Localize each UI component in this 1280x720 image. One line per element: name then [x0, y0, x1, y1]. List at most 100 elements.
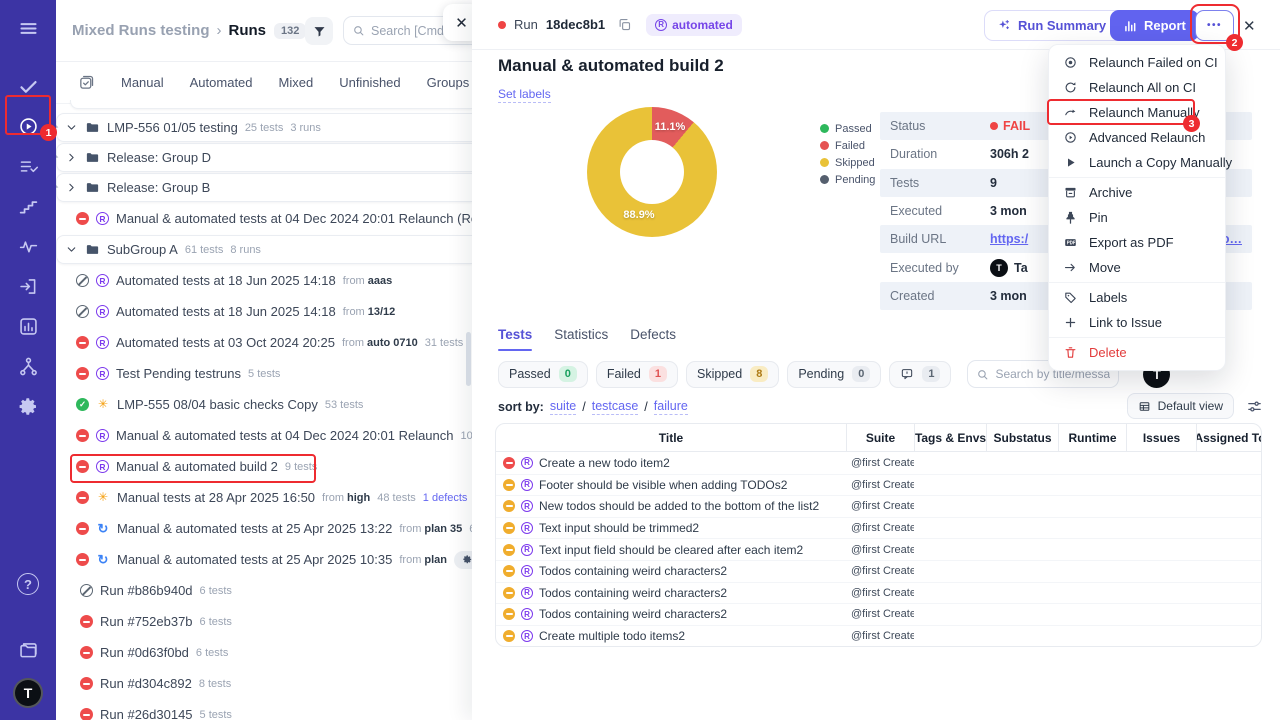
steps-icon[interactable] — [8, 186, 48, 226]
filter-button[interactable] — [305, 17, 333, 45]
run-list-item[interactable]: ✳Manual tests at 28 Apr 2025 16:50fromhi… — [70, 482, 472, 513]
menu-item-delete[interactable]: Delete — [1049, 340, 1225, 365]
build-url-link[interactable]: https:/ — [990, 232, 1028, 246]
table-row[interactable]: RTodos containing weird characters2@firs… — [496, 560, 1261, 582]
run-list-item[interactable]: RAutomated tests at 18 Jun 2025 14:18fro… — [70, 296, 472, 327]
filter-chip-skipped[interactable]: Skipped8 — [686, 361, 779, 388]
help-icon[interactable]: ? — [8, 564, 48, 604]
column-header-runtime[interactable]: Runtime — [1058, 424, 1126, 451]
default-view-button[interactable]: Default view — [1127, 393, 1234, 419]
run-defects-link[interactable]: 1 defects — [423, 492, 468, 504]
menu-item-export-as-pdf[interactable]: Export as PDF — [1049, 230, 1225, 255]
run-list-item[interactable]: RManual & automated tests at 04 Dec 2024… — [70, 420, 472, 451]
run-list-item[interactable]: Run #d304c8928 tests — [70, 668, 472, 699]
copy-icon[interactable] — [617, 17, 632, 32]
run-list-item[interactable]: RManual & automated build 29 tests — [70, 451, 472, 482]
run-list-item[interactable]: ↻Manual & automated tests at 25 Apr 2025… — [70, 513, 472, 544]
legend-item: Pending — [820, 171, 875, 188]
run-list-item[interactable]: RAutomated tests at 03 Oct 2024 20:25fro… — [70, 327, 472, 358]
sort-by-testcase[interactable]: testcase — [592, 399, 639, 415]
import-icon[interactable] — [8, 266, 48, 306]
run-list-item[interactable]: Run #752eb37b6 tests — [70, 606, 472, 637]
branch-icon[interactable] — [8, 346, 48, 386]
run-from-label: fromauto 0710 — [342, 337, 418, 349]
run-list-item[interactable]: RTest Pending testruns5 tests — [70, 358, 472, 389]
chevron-right-icon[interactable] — [65, 151, 78, 164]
menu-item-relaunch-failed-on-ci[interactable]: Relaunch Failed on CI — [1049, 50, 1225, 75]
table-row[interactable]: RCreate a new todo item2@first Create … — [496, 452, 1261, 474]
run-group-row[interactable]: SubGroup A61 tests8 runs — [56, 235, 472, 264]
table-row[interactable]: RTodos containing weird characters2@firs… — [496, 582, 1261, 604]
run-list-item[interactable]: RManual & automated tests at 04 Dec 2024… — [70, 203, 472, 234]
column-header-assigned-to[interactable]: Assigned To — [1196, 424, 1262, 451]
menu-item-link-to-issue[interactable]: Link to Issue — [1049, 310, 1225, 335]
table-row[interactable]: RTodos containing weird characters2@firs… — [496, 603, 1261, 625]
chevron-down-icon[interactable] — [65, 243, 78, 256]
scrollbar-thumb[interactable] — [466, 332, 471, 386]
filter-chip-pending[interactable]: Pending0 — [787, 361, 881, 388]
close-icon[interactable]: ✕ — [443, 4, 472, 41]
sort-by-suite[interactable]: suite — [550, 399, 576, 415]
column-header-issues[interactable]: Issues — [1126, 424, 1196, 451]
menu-item-relaunch-all-on-ci[interactable]: Relaunch All on CI — [1049, 75, 1225, 100]
run-from-label: fromplan — [399, 554, 447, 566]
menu-item-labels[interactable]: Labels — [1049, 285, 1225, 310]
sort-by-failure[interactable]: failure — [654, 399, 688, 415]
tab-automated[interactable]: Automated — [190, 75, 253, 90]
table-row[interactable]: RFooter should be visible when adding TO… — [496, 474, 1261, 496]
chevron-right-icon[interactable] — [65, 181, 78, 194]
comments-filter-chip[interactable]: 1 — [889, 361, 951, 388]
menu-item-archive[interactable]: Archive — [1049, 180, 1225, 205]
column-header-tags-envs[interactable]: Tags & Envs — [914, 424, 986, 451]
menu-icon[interactable] — [8, 8, 48, 48]
run-list-item[interactable]: ↻Manual & automated tests at 25 Apr 2025… — [70, 544, 472, 575]
report-button[interactable]: Report — [1110, 10, 1199, 41]
close-detail-icon[interactable]: ✕ — [1243, 17, 1256, 35]
tab-mixed[interactable]: Mixed — [279, 75, 314, 90]
table-row[interactable]: RNew todos should be added to the bottom… — [496, 495, 1261, 517]
tab-groups[interactable]: Groups — [427, 75, 470, 90]
analytics-icon[interactable] — [8, 306, 48, 346]
run-group-row[interactable]: LMP-556 01/05 testing25 tests3 runs — [56, 113, 472, 142]
run-list-item[interactable]: RAutomated tests at 18 Jun 2025 14:18fro… — [70, 265, 472, 296]
tab-defects[interactable]: Defects — [630, 327, 676, 351]
menu-item-pin[interactable]: Pin — [1049, 205, 1225, 230]
tab-statistics[interactable]: Statistics — [554, 327, 608, 351]
filter-chip-passed[interactable]: Passed0 — [498, 361, 588, 388]
menu-item-launch-a-copy-manually[interactable]: Launch a Copy Manually — [1049, 150, 1225, 175]
test-title-cell: RText input should be trimmed2 — [496, 521, 846, 535]
status-skipped-icon — [503, 608, 515, 620]
menu-item-advanced-relaunch[interactable]: Advanced Relaunch — [1049, 125, 1225, 150]
projects-icon[interactable] — [8, 630, 48, 670]
set-labels-link[interactable]: Set labels — [498, 87, 551, 103]
view-settings-icon[interactable] — [1246, 398, 1263, 415]
menu-item-move[interactable]: Move — [1049, 255, 1225, 280]
table-row[interactable]: RText input field should be cleared afte… — [496, 538, 1261, 560]
tab-tests[interactable]: Tests — [498, 327, 532, 351]
breadcrumb-section[interactable]: Runs — [229, 22, 267, 39]
column-header-suite[interactable]: Suite — [846, 424, 914, 451]
table-row[interactable]: RCreate multiple todo items2@first Creat… — [496, 625, 1261, 647]
run-list-item[interactable]: Run #26d301455 tests — [70, 699, 472, 720]
column-header-substatus[interactable]: Substatus — [986, 424, 1058, 451]
select-all-icon[interactable] — [78, 74, 95, 91]
list-check-icon[interactable] — [8, 146, 48, 186]
run-list-item[interactable]: Run #b86b940d6 tests — [70, 575, 472, 606]
column-header-title[interactable]: Title — [496, 424, 846, 451]
run-group-row[interactable]: Release: Group B — [56, 173, 472, 202]
run-list-item[interactable]: Run #0d63f0bd6 tests — [70, 637, 472, 668]
filter-chip-failed[interactable]: Failed1 — [596, 361, 678, 388]
breadcrumb-project[interactable]: Mixed Runs testing — [72, 22, 210, 39]
tab-manual[interactable]: Manual — [121, 75, 164, 90]
run-group-row[interactable]: Release: Group D — [56, 143, 472, 172]
run-list-item[interactable]: ✳LMP-555 08/04 basic checks Copy53 tests — [70, 389, 472, 420]
run-type-badge[interactable]: R automated — [646, 14, 742, 36]
tab-unfinished[interactable]: Unfinished — [339, 75, 400, 90]
pulse-icon[interactable] — [8, 226, 48, 266]
table-row[interactable]: RText input should be trimmed2@first Cre… — [496, 517, 1261, 539]
tasks-check-icon[interactable] — [8, 66, 48, 106]
user-avatar[interactable]: T — [13, 678, 43, 708]
chevron-down-icon[interactable] — [65, 121, 78, 134]
folder-icon — [85, 150, 100, 165]
settings-icon[interactable] — [8, 386, 48, 426]
